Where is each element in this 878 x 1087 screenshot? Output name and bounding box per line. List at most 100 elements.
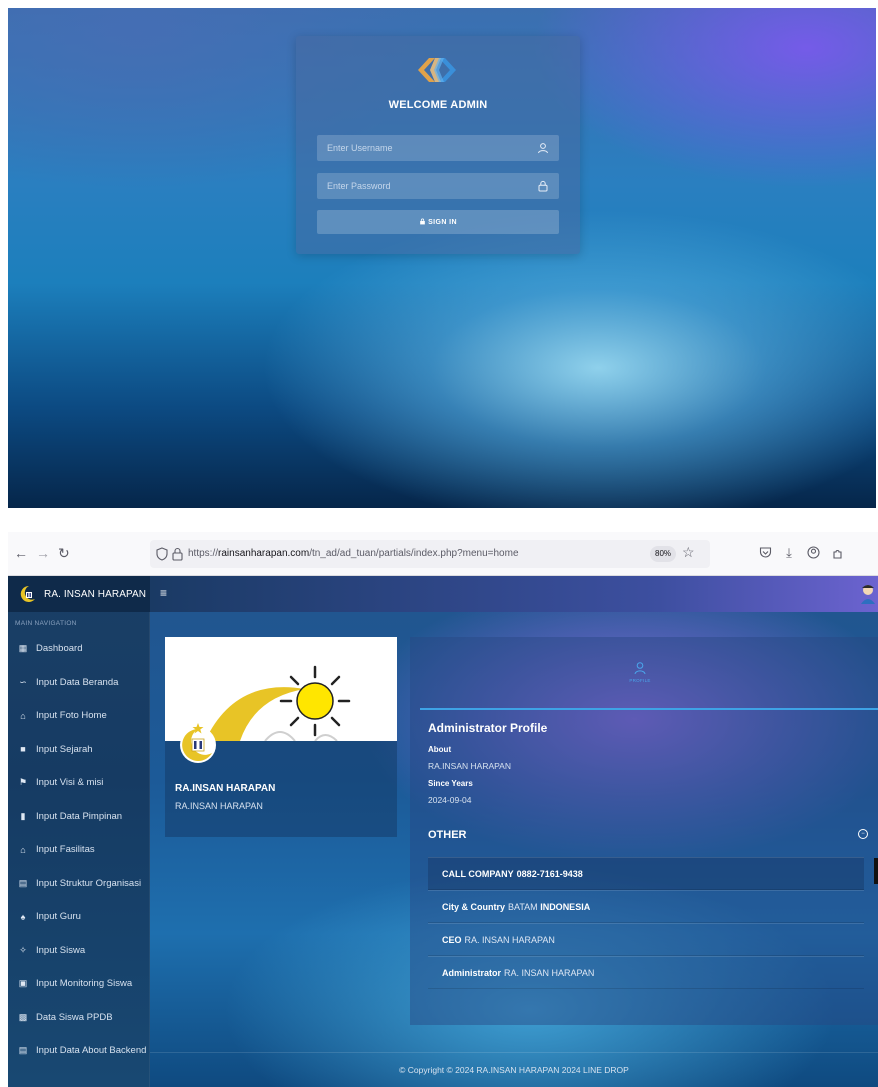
profile-card: RA.INSAN HARAPAN RA.INSAN HARAPAN bbox=[165, 637, 397, 837]
account-icon[interactable] bbox=[804, 544, 822, 562]
nav-header: MAIN NAVIGATION bbox=[15, 620, 77, 627]
school-logo-icon bbox=[20, 585, 35, 602]
sidebar-item-dashboard[interactable]: ▦ Dashboard bbox=[8, 632, 150, 666]
sidebar: RA. INSAN HARAPAN MAIN NAVIGATION ▦ Dash… bbox=[8, 576, 150, 1087]
link-icon: ∽ bbox=[19, 676, 27, 687]
footer: © Copyright © 2024 RA.INSAN HARAPAN 2024… bbox=[150, 1052, 878, 1087]
since-years-value: 2024-09-04 bbox=[428, 795, 472, 805]
flag-icon: ⚑ bbox=[18, 777, 28, 788]
sign-in-button[interactable]: SIGN IN bbox=[317, 210, 559, 234]
shield-icon[interactable] bbox=[156, 547, 168, 566]
sidebar-item-label: Input Data Pimpinan bbox=[36, 810, 123, 822]
dashboard-icon: ▦ bbox=[18, 643, 28, 654]
users-icon: ♠ bbox=[20, 911, 26, 922]
menu-toggle-icon[interactable]: ≡ bbox=[160, 586, 167, 600]
admin-dashboard: RA. INSAN HARAPAN MAIN NAVIGATION ▦ Dash… bbox=[8, 576, 878, 1087]
home-icon: ⌂ bbox=[20, 710, 26, 721]
profile-title: RA.INSAN HARAPAN bbox=[175, 783, 276, 794]
browser-toolbar: ← → ↻ https://rainsanharapan.com/tn_ad/a… bbox=[8, 532, 878, 576]
lock-url-icon[interactable] bbox=[172, 547, 183, 566]
password-input[interactable] bbox=[327, 181, 537, 191]
sidebar-item-input-data-pimpinan[interactable]: ▮ Input Data Pimpinan bbox=[8, 800, 150, 834]
list-box-icon: ▤ bbox=[18, 1045, 28, 1056]
admin-profile-panel: PROFILE Administrator Profile About RA.I… bbox=[410, 637, 878, 1025]
brand[interactable]: RA. INSAN HARAPAN bbox=[8, 576, 150, 612]
about-label: About bbox=[428, 745, 452, 754]
profile-subtitle: RA.INSAN HARAPAN bbox=[175, 801, 263, 811]
user-icon bbox=[537, 142, 549, 154]
user-tab-icon bbox=[620, 661, 660, 678]
lock-icon bbox=[537, 180, 549, 192]
url-text[interactable]: https://rainsanharapan.com/tn_ad/ad_tuan… bbox=[188, 548, 519, 559]
other-heading: OTHER bbox=[428, 829, 467, 841]
sidebar-item-input-monitoring-siswa[interactable]: ▣ Input Monitoring Siswa bbox=[8, 967, 150, 1001]
admin-profile-heading: Administrator Profile bbox=[428, 721, 548, 735]
sign-in-label: SIGN IN bbox=[428, 218, 457, 226]
tab-profile[interactable]: PROFILE bbox=[620, 661, 660, 683]
info-list: CALL COMPANY 0882-7161-9438 City & Count… bbox=[428, 857, 864, 989]
collapse-toggle-icon[interactable]: − bbox=[858, 829, 868, 839]
sidebar-item-label: Data Siswa PPDB bbox=[36, 1011, 113, 1023]
list-box-icon: ▤ bbox=[18, 877, 28, 888]
sidebar-item-input-fasilitas[interactable]: ⌂ Input Fasilitas bbox=[8, 833, 150, 867]
grid-icon: ▩ bbox=[18, 1011, 28, 1022]
sidebar-item-input-data-about-backend[interactable]: ▤ Input Data About Backend bbox=[8, 1034, 150, 1068]
sidebar-item-data-siswa-ppdb[interactable]: ▩ Data Siswa PPDB bbox=[8, 1001, 150, 1035]
zoom-level[interactable]: 80% bbox=[650, 546, 677, 562]
back-icon[interactable]: ← bbox=[14, 546, 28, 560]
bookmark-icon: ▮ bbox=[20, 810, 26, 821]
info-value: 0882-7161-9438 bbox=[516, 868, 583, 879]
sidebar-item-label: Input Data About Backend bbox=[36, 1045, 147, 1057]
sidebar-item-label: Input Foto Home bbox=[36, 710, 107, 722]
sidebar-item-input-visi-misi[interactable]: ⚑ Input Visi & misi bbox=[8, 766, 150, 800]
sidebar-item-input-siswa[interactable]: ✧ Input Siswa bbox=[8, 934, 150, 968]
sidebar-item-label: Input Struktur Organisasi bbox=[36, 877, 142, 889]
password-field[interactable] bbox=[317, 173, 559, 199]
info-key: CALL COMPANY bbox=[442, 868, 514, 879]
since-years-label: Since Years bbox=[428, 779, 473, 788]
sidebar-item-label: Input Monitoring Siswa bbox=[36, 978, 133, 990]
url-bar[interactable]: https://rainsanharapan.com/tn_ad/ad_tuan… bbox=[150, 540, 710, 568]
username-input[interactable] bbox=[327, 143, 537, 153]
avatar[interactable] bbox=[858, 583, 878, 605]
sidebar-item-input-data-beranda[interactable]: ∽ Input Data Beranda bbox=[8, 666, 150, 700]
sidebar-item-input-guru[interactable]: ♠ Input Guru bbox=[8, 900, 150, 934]
sidebar-item-label: Input Fasilitas bbox=[36, 844, 95, 856]
download-icon[interactable]: ⤓ bbox=[780, 544, 798, 562]
reload-icon[interactable]: ↻ bbox=[58, 546, 70, 560]
sidebar-item-input-foto-home[interactable]: ⌂ Input Foto Home bbox=[8, 699, 150, 733]
info-key: Administrator bbox=[442, 967, 502, 978]
lock-small-icon bbox=[419, 218, 426, 227]
scrollbar[interactable] bbox=[874, 858, 878, 884]
login-title: WELCOME ADMIN bbox=[388, 99, 488, 111]
forward-icon[interactable]: → bbox=[36, 546, 50, 560]
info-value-bold: INDONESIA bbox=[540, 901, 591, 912]
sidebar-item-label: Input Sejarah bbox=[36, 743, 93, 755]
chain-link-logo-icon bbox=[418, 58, 456, 82]
info-value: RA. INSAN HARAPAN bbox=[464, 934, 555, 945]
bookmark-star-icon[interactable]: ☆ bbox=[682, 544, 695, 561]
list-item: CEO RA. INSAN HARAPAN bbox=[428, 923, 864, 956]
list-item: CALL COMPANY 0882-7161-9438 bbox=[428, 857, 864, 890]
pocket-icon[interactable] bbox=[756, 544, 774, 562]
square-icon: ■ bbox=[20, 744, 26, 755]
info-key: CEO bbox=[442, 934, 462, 945]
login-card: WELCOME ADMIN SIGN IN bbox=[296, 36, 580, 254]
username-field[interactable] bbox=[317, 135, 559, 161]
list-item: Administrator RA. INSAN HARAPAN bbox=[428, 956, 864, 989]
info-key: City & Country bbox=[442, 901, 505, 912]
browser-window: ← → ↻ https://rainsanharapan.com/tn_ad/a… bbox=[8, 532, 878, 1087]
tab-profile-label: PROFILE bbox=[629, 678, 651, 683]
extensions-icon[interactable] bbox=[828, 544, 846, 562]
login-screen: WELCOME ADMIN SIGN IN bbox=[8, 8, 876, 508]
children-icon: ✧ bbox=[19, 944, 27, 955]
sidebar-item-label: Input Guru bbox=[36, 911, 81, 923]
sidebar-item-input-struktur-organisasi[interactable]: ▤ Input Struktur Organisasi bbox=[8, 867, 150, 901]
sidebar-item-label: Input Siswa bbox=[36, 944, 86, 956]
camera-icon: ▣ bbox=[18, 978, 28, 989]
sidebar-item-label: Dashboard bbox=[36, 643, 83, 655]
sidebar-item-input-sejarah[interactable]: ■ Input Sejarah bbox=[8, 733, 150, 767]
school-emblem-icon bbox=[180, 723, 216, 763]
bank-icon: ⌂ bbox=[20, 844, 26, 855]
list-item: City & Country BATAM INDONESIA bbox=[428, 890, 864, 923]
